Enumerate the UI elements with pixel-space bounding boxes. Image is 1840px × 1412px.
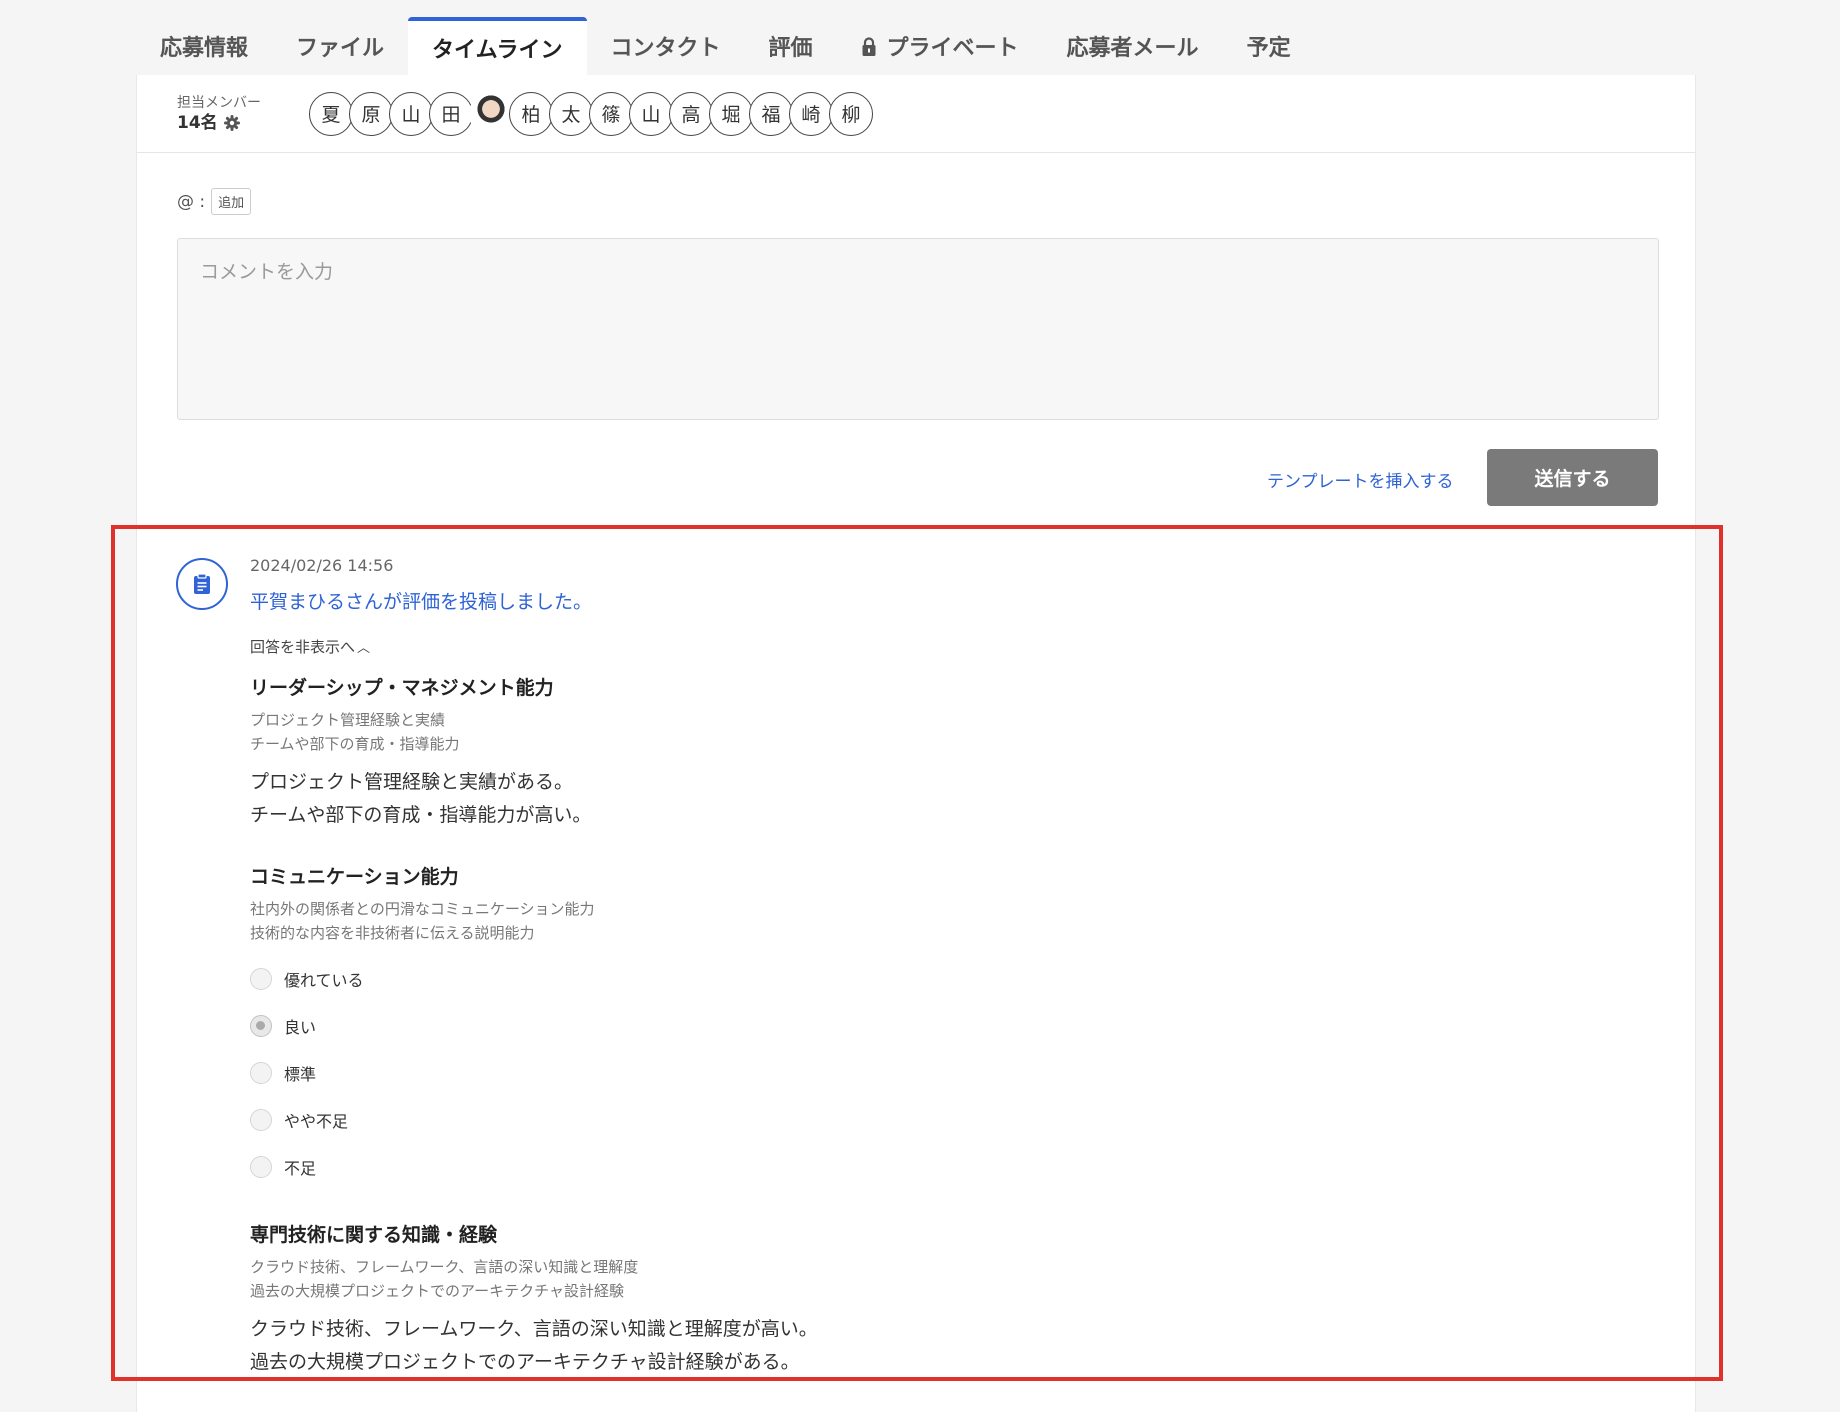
radio-button[interactable] — [250, 1108, 272, 1131]
toggle-label: 回答を非表示へ — [250, 638, 356, 656]
section-answer: チームや部下の育成・指導能力が高い。 — [250, 804, 592, 826]
tab-contact[interactable]: コンタクト — [587, 17, 745, 75]
mention-row: @ : 追加 — [177, 188, 252, 215]
tab-evaluation[interactable]: 評価 — [745, 17, 837, 75]
mention-add-button[interactable]: 追加 — [211, 188, 252, 215]
radio-button[interactable] — [250, 1155, 272, 1178]
rating-option-label: やや不足 — [284, 1111, 349, 1131]
tab-label: コンタクト — [610, 36, 721, 61]
tab-schedule[interactable]: 予定 — [1223, 17, 1315, 75]
tab-bar: 応募情報 ファイル タイムライン コンタクト 評価 プライベート 応募者メール … — [136, 17, 1315, 75]
clipboard-icon — [194, 573, 210, 594]
hide-answers-toggle[interactable]: 回答を非表示へ ︿ — [250, 636, 1650, 657]
member-count-text: 14名 — [177, 112, 218, 133]
rating-option[interactable]: 良い — [250, 1002, 1650, 1049]
avatar[interactable]: 山 — [629, 91, 673, 136]
rating-option-label: 不足 — [284, 1158, 317, 1178]
tab-application-info[interactable]: 応募情報 — [136, 17, 272, 75]
eval-section-leadership: リーダーシップ・マネジメント能力 プロジェクト管理経験と実績 チームや部下の育成… — [250, 673, 1650, 832]
section-title: コミュニケーション能力 — [250, 866, 459, 888]
radio-button[interactable] — [250, 1061, 272, 1084]
tab-files[interactable]: ファイル — [272, 17, 408, 75]
tab-private[interactable]: プライベート — [837, 17, 1043, 75]
radio-button-selected[interactable] — [250, 1014, 272, 1037]
section-title: 専門技術に関する知識・経験 — [250, 1224, 498, 1246]
mention-prefix: @ : — [177, 191, 206, 212]
member-count[interactable]: 14名 — [177, 112, 240, 134]
insert-template-link[interactable]: テンプレートを挿入する — [1267, 467, 1454, 492]
tab-applicant-mail[interactable]: 応募者メール — [1043, 17, 1223, 75]
section-criteria: チームや部下の育成・指導能力 — [250, 735, 460, 753]
section-criteria: プロジェクト管理経験と実績 — [250, 711, 446, 729]
avatar-photo[interactable] — [469, 91, 513, 136]
rating-option-label: 良い — [284, 1017, 317, 1037]
rating-option-label: 標準 — [284, 1064, 317, 1084]
eval-section-communication: コミュニケーション能力 社内外の関係者との円滑なコミュニケーション能力 技術的な… — [250, 862, 1650, 1190]
tab-label: 予定 — [1246, 36, 1291, 61]
eval-section-technical: 専門技術に関する知識・経験 クラウド技術、フレームワーク、言語の深い知識と理解度… — [250, 1220, 1650, 1379]
send-button[interactable]: 送信する — [1487, 449, 1658, 506]
member-label: 担当メンバー — [177, 94, 261, 111]
section-criteria: 技術的な内容を非技術者に伝える説明能力 — [250, 924, 535, 942]
lock-icon — [862, 37, 876, 56]
tab-label: 評価 — [768, 36, 813, 61]
comment-input[interactable] — [177, 238, 1659, 420]
rating-option[interactable]: 優れている — [250, 955, 1650, 1002]
tab-label: 応募者メール — [1066, 36, 1199, 61]
avatar[interactable]: 崎 — [789, 91, 833, 136]
avatar[interactable]: 福 — [749, 91, 793, 136]
tab-label: 応募情報 — [160, 36, 249, 61]
avatar[interactable]: 柏 — [509, 91, 553, 136]
section-title: リーダーシップ・マネジメント能力 — [250, 677, 554, 699]
section-criteria: 過去の大規模プロジェクトでのアーキテクチャ設計経験 — [250, 1282, 624, 1300]
avatar[interactable]: 篠 — [589, 91, 633, 136]
avatar[interactable]: 原 — [349, 91, 393, 136]
avatar[interactable]: 堀 — [709, 91, 753, 136]
section-criteria: クラウド技術、フレームワーク、言語の深い知識と理解度 — [250, 1258, 639, 1276]
tab-label: タイムライン — [432, 38, 563, 63]
tab-timeline[interactable]: タイムライン — [408, 17, 587, 75]
avatar[interactable]: 柳 — [829, 91, 873, 136]
avatar[interactable]: 太 — [549, 91, 593, 136]
avatar[interactable]: 高 — [669, 91, 713, 136]
rating-options: 優れている 良い 標準 やや不足 不足 — [250, 955, 1650, 1190]
rating-option-label: 優れている — [284, 970, 364, 990]
evaluation-icon — [176, 558, 228, 610]
avatar[interactable]: 山 — [389, 91, 433, 136]
section-answer: 過去の大規模プロジェクトでのアーキテクチャ設計経験がある。 — [250, 1351, 800, 1373]
entry-body: 2024/02/26 14:56 平賀まひるさんが評価を投稿しました。 回答を非… — [250, 556, 1650, 1379]
member-avatars: 夏 原 山 田 柏 太 篠 山 高 堀 福 崎 柳 — [309, 91, 873, 136]
section-answer: プロジェクト管理経験と実績がある。 — [250, 771, 574, 793]
radio-button[interactable] — [250, 967, 272, 990]
rating-option[interactable]: 標準 — [250, 1049, 1650, 1096]
entry-title-link[interactable]: 平賀まひるさんが評価を投稿しました。 — [250, 587, 1650, 614]
section-answer: クラウド技術、フレームワーク、言語の深い知識と理解度が高い。 — [250, 1318, 818, 1340]
avatar[interactable]: 夏 — [309, 91, 353, 136]
entry-timestamp: 2024/02/26 14:56 — [250, 556, 394, 575]
tab-label: ファイル — [296, 36, 385, 61]
rating-option[interactable]: 不足 — [250, 1143, 1650, 1190]
chevron-up-icon: ︿ — [357, 641, 371, 656]
member-bar: 担当メンバー 14名 夏 原 山 田 柏 太 篠 山 高 堀 福 崎 柳 — [137, 75, 1695, 153]
avatar[interactable]: 田 — [429, 91, 473, 136]
rating-option[interactable]: やや不足 — [250, 1096, 1650, 1143]
gear-icon[interactable] — [223, 114, 240, 131]
member-info: 担当メンバー 14名 — [177, 94, 305, 134]
section-criteria: 社内外の関係者との円滑なコミュニケーション能力 — [250, 900, 595, 918]
tab-label: プライベート — [886, 36, 1019, 61]
